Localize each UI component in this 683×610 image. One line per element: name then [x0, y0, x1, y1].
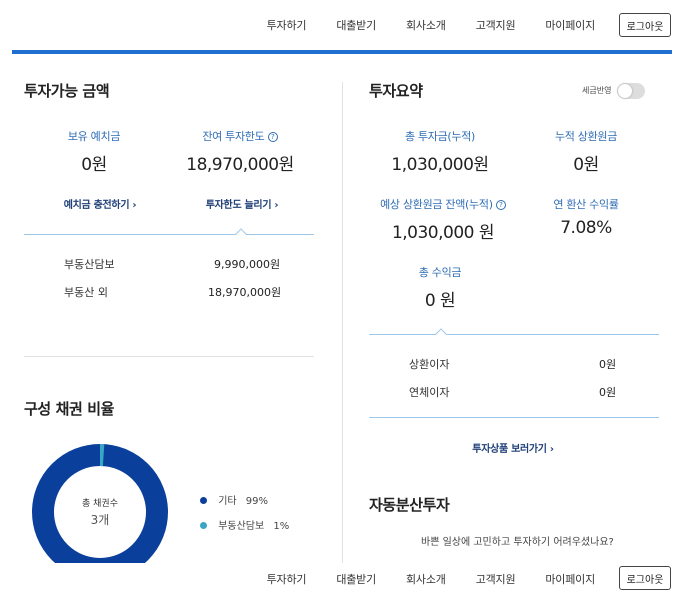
legend-item-other: 기타 99% — [200, 492, 268, 507]
nav-support[interactable]: 고객지원 — [476, 17, 516, 33]
limit-block: 잔여 투자한도 ? 18,970,000원 — [184, 128, 296, 175]
tax-toggle-label: 세금반영 — [582, 86, 612, 95]
header-accent-bar — [12, 50, 672, 54]
legend-percent-realestate: 1% — [273, 521, 290, 532]
tax-toggle[interactable] — [617, 83, 645, 99]
nav-support[interactable]: 고객지원 — [476, 571, 516, 587]
nav-company[interactable]: 회사소개 — [406, 571, 446, 587]
annual-block: 연 환산 수익률 7.08% — [541, 196, 631, 238]
left-section-divider — [24, 356, 314, 357]
summary-title: 투자요약 — [369, 82, 423, 100]
raise-limit-link[interactable]: 투자한도 늘리기 › — [192, 196, 292, 211]
chevron-right-icon: › — [274, 200, 279, 211]
row-value-other: 18,970,000원 — [208, 286, 282, 299]
donut-center-value: 3개 — [91, 513, 110, 527]
nav-company[interactable]: 회사소개 — [406, 17, 446, 33]
nav-links: 투자하기 대출받기 회사소개 고객지원 마이페이지 — [237, 571, 596, 587]
row-label-interest: 상환이자 — [409, 358, 450, 371]
limit-label: 잔여 투자한도 — [202, 130, 265, 143]
balance-block: 보유 예치금 0원 — [44, 128, 144, 175]
products-link[interactable]: 투자상품 보러가기 › — [463, 440, 563, 455]
deposit-charge-link[interactable]: 예치금 충전하기 › — [50, 196, 150, 211]
row-label-overdue: 연체이자 — [409, 386, 450, 399]
row-value-interest: 0원 — [599, 358, 617, 371]
annual-value: 7.08% — [560, 218, 612, 238]
row-value-realestate: 9,990,000원 — [214, 258, 281, 271]
bond-donut-chart: 총 채권수 3개 — [32, 444, 168, 580]
nav-invest[interactable]: 투자하기 — [267, 17, 307, 33]
row-value-overdue: 0원 — [599, 386, 617, 399]
repaid-value: 0원 — [573, 155, 599, 175]
raise-limit-label: 투자한도 늘리기 — [205, 200, 272, 211]
nav-mypage[interactable]: 마이페이지 — [545, 571, 595, 587]
right-bottom-divider — [369, 417, 659, 418]
auto-invest-title: 자동분산투자 — [369, 496, 450, 514]
caret-pointer — [235, 228, 247, 240]
legend-label-other: 기타 — [218, 496, 237, 507]
limit-value: 18,970,000원 — [186, 155, 294, 175]
right-caret-divider — [369, 334, 659, 335]
nav-links: 투자하기 대출받기 회사소개 고객지원 마이페이지 — [237, 17, 596, 33]
auto-invest-desc: 바쁜 일상에 고민하고 투자하기 어려우셨나요? — [421, 537, 614, 548]
logout-button[interactable]: 로그아웃 — [619, 566, 671, 590]
deposit-charge-label: 예치금 충전하기 — [63, 200, 130, 211]
caret-pointer — [435, 328, 447, 340]
help-icon[interactable]: ? — [495, 200, 506, 210]
total-invest-block: 총 투자금(누적) 1,030,000원 — [375, 128, 505, 175]
nav-loan[interactable]: 대출받기 — [336, 17, 376, 33]
balance-label: 보유 예치금 — [67, 130, 121, 143]
legend-dot-other — [200, 497, 207, 504]
left-caret-divider — [24, 234, 314, 235]
total-invest-label: 총 투자금(누적) — [404, 130, 476, 143]
repaid-label: 누적 상환원금 — [554, 130, 618, 143]
annual-label: 연 환산 수익률 — [553, 198, 619, 211]
top-nav: 투자하기 대출받기 회사소개 고객지원 마이페이지 로그아웃 — [0, 0, 683, 46]
chevron-right-icon: › — [549, 444, 554, 455]
expected-label: 예상 상환원금 잔액(누적) — [380, 198, 493, 211]
chevron-right-icon: › — [132, 200, 137, 211]
total-profit-block: 총 수익금 0 원 — [395, 264, 485, 311]
donut-center-label: 총 채권수 — [82, 497, 118, 509]
investable-title: 투자가능 금액 — [24, 82, 110, 100]
legend-percent-other: 99% — [245, 496, 269, 507]
products-link-label: 투자상품 보러가기 — [472, 444, 547, 455]
total-invest-value: 1,030,000원 — [391, 155, 489, 175]
donut-segment-other — [32, 444, 168, 580]
nav-mypage[interactable]: 마이페이지 — [545, 17, 595, 33]
limit-label-wrap: 잔여 투자한도 ? — [184, 128, 296, 144]
legend-dot-realestate — [200, 522, 207, 529]
total-profit-value: 0 원 — [424, 291, 456, 311]
column-divider — [342, 82, 343, 610]
legend-item-realestate: 부동산담보 1% — [200, 517, 289, 532]
help-icon[interactable]: ? — [267, 132, 278, 142]
row-label-other: 부동산 외 — [64, 286, 108, 299]
toggle-knob — [618, 84, 632, 98]
total-profit-label: 총 수익금 — [418, 266, 462, 279]
bonds-title: 구성 채권 비율 — [24, 400, 115, 418]
balance-value: 0원 — [81, 155, 107, 175]
expected-block: 예상 상환원금 잔액(누적) ? 1,030,000 원 — [373, 196, 513, 243]
nav-invest[interactable]: 투자하기 — [267, 571, 307, 587]
logout-button[interactable]: 로그아웃 — [619, 13, 671, 37]
row-label-realestate: 부동산담보 — [64, 258, 115, 271]
nav-loan[interactable]: 대출받기 — [336, 571, 376, 587]
repaid-block: 누적 상환원금 0원 — [541, 128, 631, 175]
expected-value: 1,030,000 원 — [391, 223, 495, 243]
legend-label-realestate: 부동산담보 — [218, 521, 265, 532]
expected-label-wrap: 예상 상환원금 잔액(누적) ? — [373, 196, 513, 212]
bottom-nav: 투자하기 대출받기 회사소개 고객지원 마이페이지 로그아웃 — [0, 563, 683, 610]
